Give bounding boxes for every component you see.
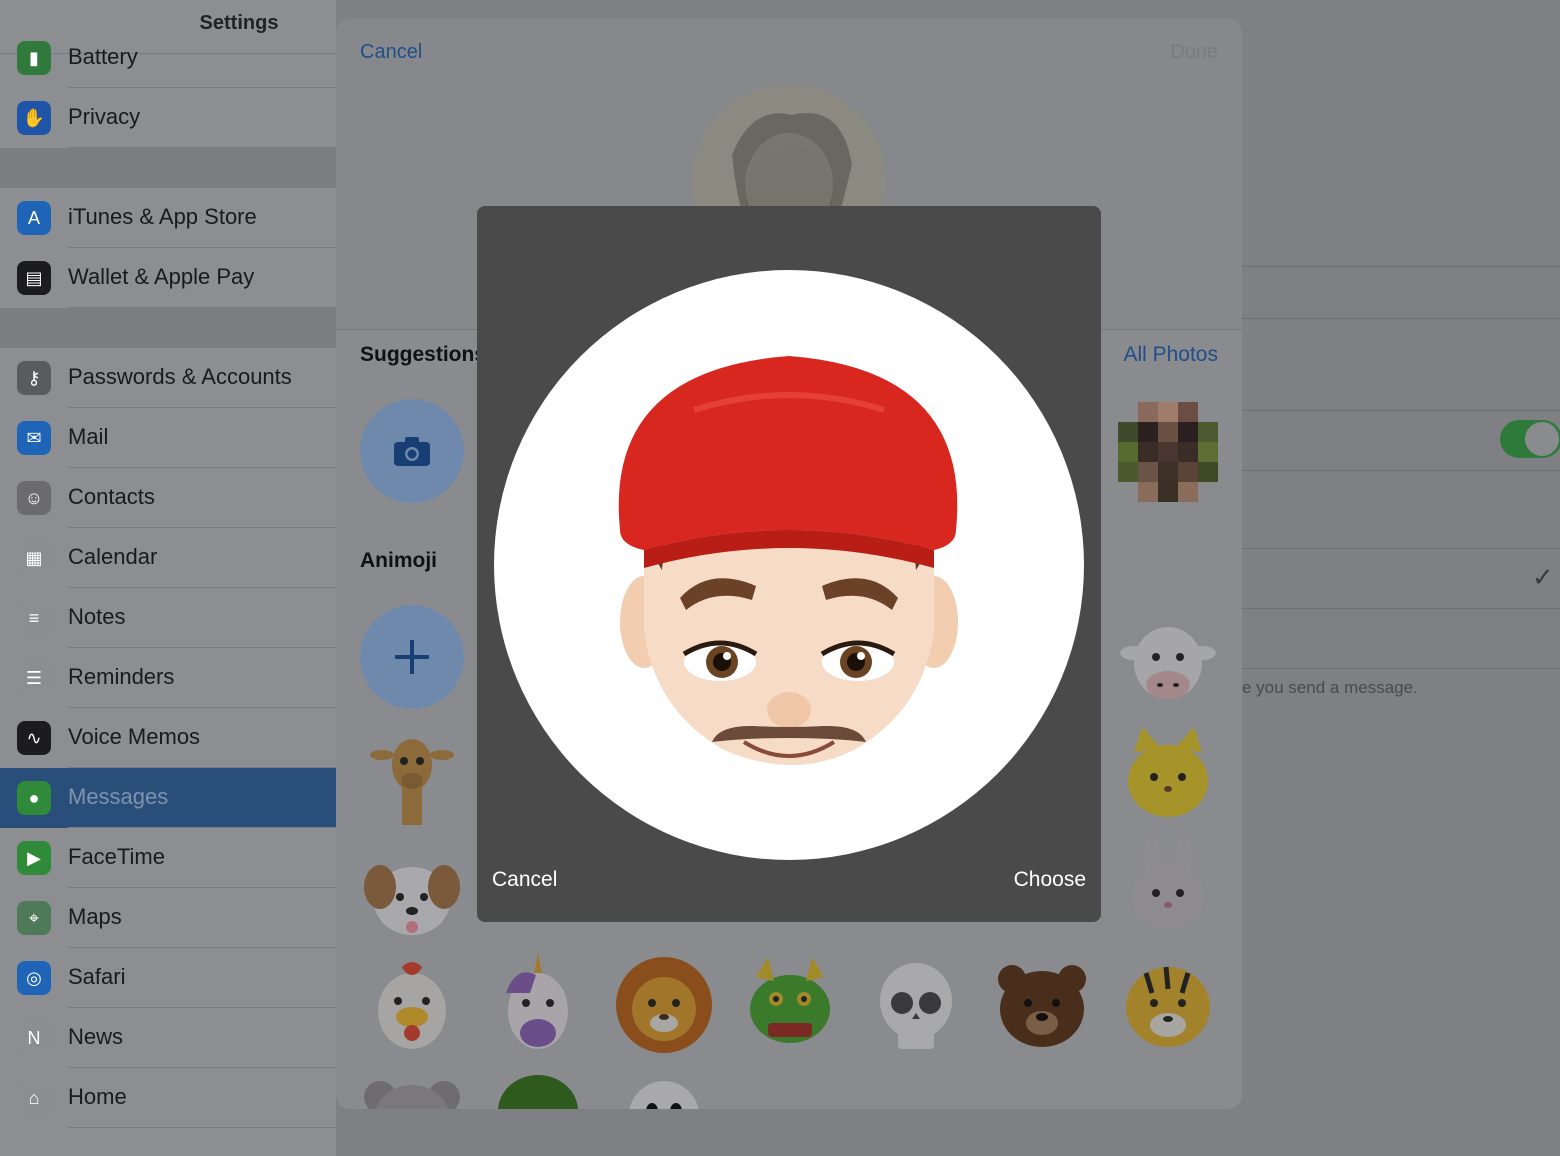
dog-animoji[interactable] (360, 845, 464, 949)
sidebar-item-battery[interactable]: ▮ Battery (0, 28, 336, 88)
voice-memos-icon: ∿ (17, 721, 51, 755)
sidebar-item-label: Notes (68, 604, 126, 629)
plus-icon (395, 640, 429, 674)
notes-icon: ≡ (17, 601, 51, 635)
sidebar-item-label: Passwords & Accounts (68, 364, 292, 389)
sidebar-item-label: Voice Memos (68, 724, 201, 749)
sidebar-item-label: Maps (68, 904, 122, 929)
unicorn-animoji[interactable] (486, 953, 590, 1057)
footer-note: e you send a message. (1242, 678, 1418, 697)
sidebar-item-label: Contacts (68, 484, 155, 509)
sidebar-item-label: iTunes & App Store (68, 204, 257, 229)
cat-animoji[interactable] (1116, 723, 1220, 827)
checkmark-icon: ✓ (1532, 562, 1554, 592)
sidebar-item-news[interactable]: N News (0, 1008, 336, 1068)
reminders-icon: ☰ (17, 661, 51, 695)
sidebar-item-contacts[interactable]: ☺ Contacts (0, 468, 336, 528)
divider (1242, 668, 1560, 669)
divider (1242, 410, 1560, 411)
settings-sidebar: ▮ Battery ✋ Privacy AiTunes & App Store ▤ Wall… (0, 0, 336, 1156)
key-icon: ⚷ (17, 361, 51, 395)
sidebar-item-mail[interactable]: ✉ Mail (0, 408, 336, 468)
mail-icon: ✉ (17, 421, 51, 455)
tiger-animoji[interactable] (1116, 953, 1220, 1057)
home-icon: ⌂ (17, 1081, 51, 1115)
choose-button[interactable]: Choose (1014, 868, 1086, 892)
add-memoji-button[interactable] (360, 605, 464, 709)
sidebar-item-label: Home (68, 1084, 127, 1109)
suggested-photo[interactable] (1118, 402, 1218, 502)
calendar-icon: ▦ (17, 541, 51, 575)
sheet-cancel-button[interactable]: Cancel (360, 41, 422, 64)
sidebar-item-label: Safari (68, 964, 126, 989)
rabbit-animoji[interactable] (1116, 833, 1220, 937)
sidebar-item-label: FaceTime (68, 844, 165, 869)
crop-cancel-button[interactable]: Cancel (492, 868, 557, 892)
sidebar-item-facetime[interactable]: ▶ FaceTime (0, 828, 336, 888)
messages-icon: ● (17, 781, 51, 815)
chicken-animoji[interactable] (360, 953, 464, 1057)
sidebar-item-label: Wallet & Apple Pay (68, 264, 255, 289)
app-store-icon: A (17, 201, 51, 235)
divider (1242, 548, 1560, 549)
divider (68, 147, 336, 148)
memoji-crop-dialog: Cancel Choose (477, 206, 1101, 922)
sidebar-item-label: Battery (68, 44, 138, 69)
memoji-face (618, 356, 958, 765)
sidebar-item-calendar[interactable]: ▦ Calendar (0, 528, 336, 588)
lizard-animoji[interactable] (486, 1059, 590, 1109)
sidebar-item-messages[interactable]: ● Messages (0, 768, 336, 828)
camera-button[interactable] (360, 399, 464, 503)
camera-icon (394, 437, 430, 466)
sidebar-item-label: Mail (68, 424, 109, 449)
sidebar-item-privacy[interactable]: ✋ Privacy (0, 88, 336, 148)
wallet-icon: ▤ (17, 261, 51, 295)
sidebar-item-itunes-app-store[interactable]: AiTunes & App Store (0, 188, 336, 248)
sidebar-item-maps[interactable]: ⌖ Maps (0, 888, 336, 948)
sheet-done-button[interactable]: Done (1170, 41, 1218, 64)
sidebar-item-label: News (68, 1024, 124, 1049)
sidebar-item-label: Reminders (68, 664, 175, 689)
suggestions-heading: Suggestions (360, 343, 487, 366)
sidebar-item-home[interactable]: ⌂ Home (0, 1068, 336, 1128)
section-gap (0, 308, 336, 348)
sidebar-item-notes[interactable]: ≡ Notes (0, 588, 336, 648)
contacts-icon: ☺ (17, 481, 51, 515)
divider (68, 1127, 336, 1128)
news-icon: N (17, 1021, 51, 1055)
battery-icon: ▮ (17, 41, 51, 75)
section-gap (0, 148, 336, 188)
divider (1242, 470, 1560, 471)
ghost-animoji[interactable] (612, 1069, 716, 1109)
all-photos-link[interactable]: All Photos (1123, 343, 1218, 367)
sidebar-item-reminders[interactable]: ☰ Reminders (0, 648, 336, 708)
koala-animoji[interactable] (360, 1069, 464, 1109)
skull-animoji[interactable] (864, 953, 968, 1057)
sidebar-item-wallet-apple-pay[interactable]: ▤ Wallet & Apple Pay (0, 248, 336, 308)
safari-icon: ◎ (17, 961, 51, 995)
divider (1242, 266, 1560, 267)
maps-icon: ⌖ (17, 901, 51, 935)
sidebar-item-safari[interactable]: ◎ Safari (0, 948, 336, 1008)
lion-animoji[interactable] (612, 953, 716, 1057)
hand-icon: ✋ (17, 101, 51, 135)
cow-animoji[interactable] (1116, 613, 1220, 717)
divider (1242, 608, 1560, 609)
facetime-icon: ▶ (17, 841, 51, 875)
divider (68, 307, 336, 308)
sidebar-item-passwords-accounts[interactable]: ⚷ Passwords & Accounts (0, 348, 336, 408)
dragon-animoji[interactable] (738, 953, 842, 1057)
sidebar-item-label: Calendar (68, 544, 158, 569)
divider (1242, 318, 1560, 319)
bear-animoji[interactable] (990, 953, 1094, 1057)
sidebar-item-label: Messages (68, 784, 169, 809)
toggle-knob (1525, 422, 1559, 456)
animoji-heading: Animoji (360, 549, 437, 572)
giraffe-animoji[interactable] (360, 725, 464, 829)
sidebar-item-voice-memos[interactable]: ∿ Voice Memos (0, 708, 336, 768)
sidebar-item-label: Privacy (68, 104, 141, 129)
memoji-preview-circle[interactable] (494, 270, 1084, 860)
